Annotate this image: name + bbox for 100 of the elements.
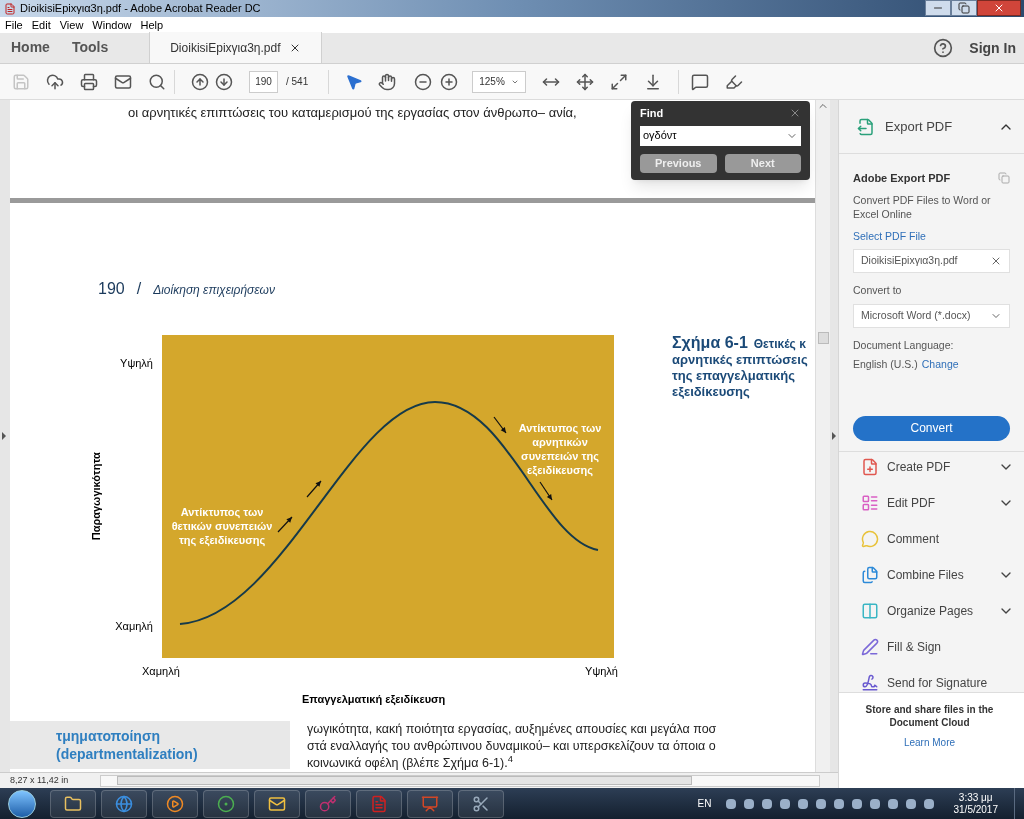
zoom-dropdown[interactable]: 125% [472,70,527,93]
key-icon [319,794,337,813]
taskbar-button[interactable] [254,789,300,818]
tool-item[interactable]: Send for Signature [861,671,1014,692]
help-icon[interactable] [933,38,954,58]
change-link[interactable]: Change [921,356,959,373]
search-icon[interactable] [148,72,166,91]
caption-text: Θετικές κ [753,336,806,352]
select-file-link[interactable]: Select PDF File [853,228,1010,245]
restore-icon [958,2,970,14]
page-number: 190 [98,279,125,299]
print-icon[interactable] [80,72,98,91]
axis-label: Χαμηλή [142,664,180,679]
body-text: γωγικότητα, κακή ποιότητα εργασίας, αυξημένες απουσίες και μεγάλα ποσ στά εναλλαγής του ανθρώπινου δυναμικού– και υπερσκελίζουν τα όποια ο κοινωνικά οφέλη (βλέπε Σχήμα 6-1).$^{4}$ [307,721,717,772]
expand-left-icon[interactable] [2,432,6,440]
page-number-field[interactable]: 190 [249,70,278,93]
menu-item[interactable]: Window [92,16,132,34]
page-size-label: 8,27 x 11,42 in [9,773,70,787]
menu-item[interactable]: File [5,16,23,34]
learn-more-link[interactable]: Learn More [903,734,956,750]
fit-page-icon[interactable] [576,72,595,91]
tool-item[interactable]: Create PDF [861,455,1014,479]
app-icon [4,2,16,15]
caption-text: αρνητικές επιπτώσεις της επαγγελματικής εξειδίκευσης [672,352,808,400]
format-dropdown[interactable]: Microsoft Word (*.docx) [853,304,1010,328]
promo-text: Store and share files in the Document Cloud [864,702,995,729]
mail-icon [268,794,286,813]
page-total: / 541 [286,75,309,89]
close-icon [993,2,1005,14]
menu-item[interactable]: Edit [31,16,51,34]
tool-item[interactable]: Comment [861,527,1014,551]
zoom-in-icon[interactable] [440,72,459,91]
document-tab[interactable]: DioikisiEpixγια3η.pdf [149,32,322,63]
nav-tab[interactable]: Tools [60,32,120,63]
file-field[interactable]: DioikisiEpixγια3η.pdf [853,249,1010,274]
axis-label: Υψηλή [120,356,153,371]
sign-in-link[interactable]: Sign In [969,37,1016,59]
cloud-upload-icon[interactable] [46,72,64,91]
arrow [493,416,507,434]
field-label: Document Language: [853,338,955,353]
arrow [277,516,293,533]
taskbar-button[interactable] [101,789,147,818]
margin-term: τμηματοποίηση (departmentalization) [10,721,290,769]
vertical-scrollbar[interactable] [815,100,830,772]
tool-item[interactable]: Fill & Sign [861,635,1014,659]
convert-button[interactable]: Convert [853,415,1010,441]
arrow [539,481,553,501]
taskbar-button[interactable] [203,789,249,818]
arrow [306,480,322,498]
highlighter-icon[interactable] [725,72,744,91]
presentation-icon [421,794,439,813]
scrollbar-thumb[interactable] [817,332,829,344]
annotation-text: Αντίκτυπος των αρνητικών συνεπειών της εξειδίκευσης [517,421,603,477]
close-button[interactable] [977,0,1021,16]
tool-item[interactable]: Edit PDF [861,491,1014,515]
menu-item[interactable]: View [59,16,84,34]
clock-time[interactable]: 3:33 μμ [958,791,993,804]
language-value: English (U.S.) [853,356,918,372]
nav-tab[interactable]: Home [0,32,61,63]
pointer-icon[interactable] [345,72,364,91]
globe-icon [115,794,133,813]
next-page-icon[interactable] [215,72,233,91]
body-text: οι αρνητικές επιπτώσεις του καταμερισμού της εργασίας στον άνθρωπο– ανία, [128,105,577,120]
target-icon [217,794,235,813]
tool-item[interactable]: Organize Pages [861,599,1014,623]
folder-icon [64,794,82,813]
hand-icon[interactable] [378,72,397,91]
find-field[interactable]: ογδόντ [640,125,801,146]
previous-page-icon[interactable] [191,72,209,91]
horizontal-scrollbar[interactable] [100,774,820,787]
start-button[interactable] [8,789,36,818]
restore-button[interactable] [951,0,977,16]
separator: / [136,279,142,299]
mail-icon[interactable] [114,72,132,91]
running-head: Διοίκηση επιχειρήσεων [153,282,275,299]
document-icon [370,794,388,813]
zoom-out-icon[interactable] [414,72,433,91]
export-icon [857,117,875,136]
comment-icon[interactable] [691,72,710,91]
figure-label: Σχήμα 6-1 [672,335,748,351]
menu-item[interactable]: Help [140,16,164,34]
axis-label: Χαμηλή [115,618,153,634]
scissors-icon [472,794,490,813]
find-title: Find [640,106,664,121]
field-label: Convert to [853,283,903,299]
axis-title: Παραγωγικότητα [88,452,103,541]
minimize-button[interactable] [925,0,951,16]
clock-date[interactable]: 31/5/2017 [953,803,998,816]
axis-label: Υψηλή [585,664,618,679]
axis-title: Επαγγελματική εξειδίκευση [302,691,446,707]
taskbar-button[interactable] [152,789,198,818]
language-indicator[interactable]: EN [697,796,712,811]
window-title: DioikisiEpixγια3η.pdf - Adobe Acrobat Reader DC [20,1,261,17]
full-screen-icon[interactable] [610,72,629,91]
section-heading: Adobe Export PDF [853,171,951,186]
description: Convert PDF Files to Word or Excel Online [853,192,992,221]
taskbar-button[interactable] [50,789,96,818]
tool-item[interactable]: Combine Files [861,563,1014,587]
taskbar-button[interactable] [458,789,504,818]
section-title[interactable]: Export PDF [885,116,953,137]
